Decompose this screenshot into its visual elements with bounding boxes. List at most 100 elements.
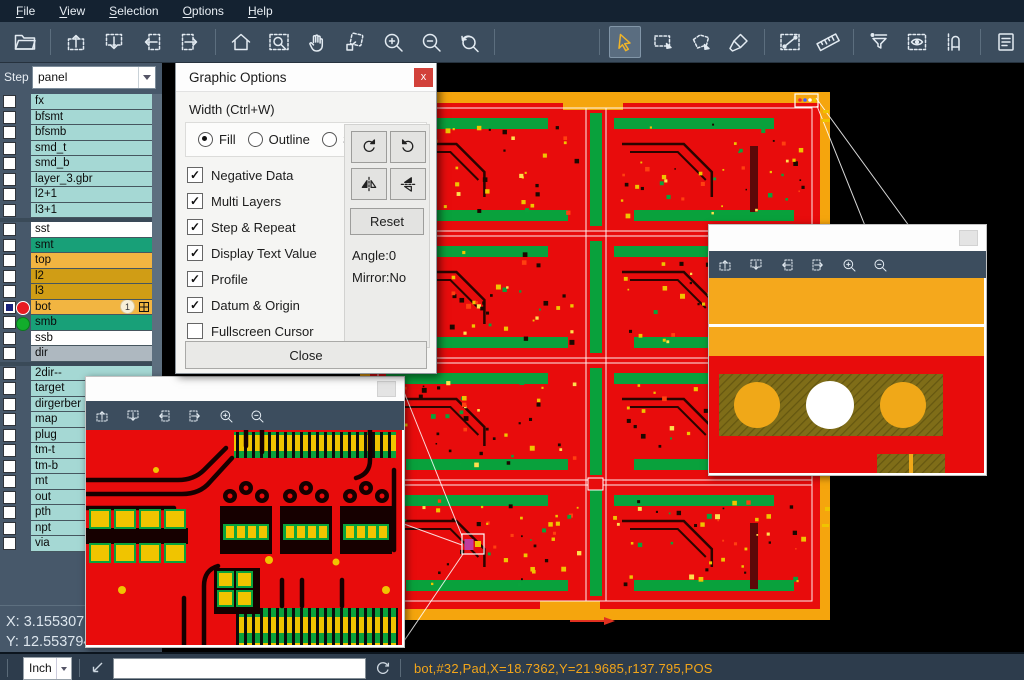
step-down-button[interactable]: [746, 255, 766, 275]
layer-label[interactable]: sst: [31, 222, 152, 238]
layer-row-sst[interactable]: sst: [0, 222, 152, 238]
pick-point-icon[interactable]: [89, 660, 105, 676]
select-arrow-button[interactable]: [609, 26, 641, 58]
zoom-out-button[interactable]: [247, 406, 267, 426]
layer-visibility-checkbox[interactable]: [3, 111, 16, 124]
layer-visibility-checkbox[interactable]: [3, 444, 16, 457]
chevron-down-icon[interactable]: [138, 67, 155, 88]
layer-row-bfsmb[interactable]: bfsmb: [0, 125, 152, 141]
layer-visibility-checkbox[interactable]: [3, 173, 16, 186]
mirror-h-button[interactable]: [351, 168, 387, 200]
layer-visibility-checkbox[interactable]: [3, 475, 16, 488]
layer-label[interactable]: dir: [31, 346, 152, 362]
view-options-button[interactable]: [901, 26, 933, 58]
drag-view-button[interactable]: [339, 26, 371, 58]
layer-visibility-checkbox[interactable]: [3, 429, 16, 442]
layer-label[interactable]: bfsmt: [31, 110, 152, 126]
magnifier-window-right[interactable]: [708, 224, 987, 476]
layer-visibility-checkbox[interactable]: [3, 285, 16, 298]
zoom-window-button[interactable]: [263, 26, 295, 58]
dialog-title-bar[interactable]: Graphic Options x: [176, 63, 436, 92]
magnifier-view[interactable]: [86, 430, 404, 645]
layer-visibility-checkbox[interactable]: [3, 95, 16, 108]
layer-row-fx[interactable]: fx: [0, 94, 152, 110]
step-left-button[interactable]: [136, 26, 168, 58]
step-left-button[interactable]: [154, 406, 174, 426]
magnifier-title-bar[interactable]: [86, 377, 404, 401]
open-folder-button[interactable]: [9, 26, 41, 58]
step-down-button[interactable]: [98, 26, 130, 58]
layer-row-l2[interactable]: l2: [0, 269, 152, 285]
layer-visibility-checkbox[interactable]: [3, 332, 16, 345]
close-button[interactable]: Close: [185, 341, 427, 369]
radio-outline[interactable]: Outline: [248, 132, 310, 147]
zoom-out-button[interactable]: [870, 255, 890, 275]
layer-label[interactable]: ssb: [31, 331, 152, 347]
checkbox-negative-data[interactable]: ✓Negative Data: [187, 162, 343, 188]
layer-label[interactable]: l3: [31, 284, 152, 300]
refresh-icon[interactable]: [375, 660, 391, 676]
command-input[interactable]: [113, 658, 366, 679]
layer-label[interactable]: l2+1: [31, 187, 152, 203]
layer-row-bot[interactable]: bot1: [0, 300, 152, 316]
layer-row-smd_b[interactable]: smd_b: [0, 156, 152, 172]
magnifier-window-bottom[interactable]: [85, 376, 405, 648]
home-button[interactable]: [225, 26, 257, 58]
layer-row-top[interactable]: top: [0, 253, 152, 269]
layer-visibility-checkbox[interactable]: [3, 460, 16, 473]
layer-row-smb[interactable]: smb: [0, 315, 152, 331]
report-button[interactable]: [990, 26, 1022, 58]
poly-select-button[interactable]: [685, 26, 717, 58]
menu-file[interactable]: File: [6, 2, 45, 20]
rotate-ccw-button[interactable]: [390, 131, 426, 163]
zoom-in-button[interactable]: [839, 255, 859, 275]
filter-button[interactable]: [863, 26, 895, 58]
rotate-cw-button[interactable]: [351, 131, 387, 163]
layer-label[interactable]: top: [31, 253, 152, 269]
layer-visibility-checkbox[interactable]: [3, 239, 16, 252]
layer-row-l3[interactable]: l3: [0, 284, 152, 300]
zoom-previous-button[interactable]: [453, 26, 485, 58]
layer-visibility-checkbox[interactable]: [3, 142, 16, 155]
brush-button[interactable]: [723, 26, 755, 58]
layer-visibility-checkbox[interactable]: [3, 347, 16, 360]
checkbox-profile[interactable]: ✓Profile: [187, 266, 343, 292]
layer-row-layer_3.gbr[interactable]: layer_3.gbr: [0, 172, 152, 188]
checkbox-datum-origin[interactable]: ✓Datum & Origin: [187, 292, 343, 318]
magnifier-view[interactable]: [709, 278, 986, 473]
radio-fill[interactable]: Fill: [198, 132, 236, 147]
layer-visibility-checkbox[interactable]: [3, 254, 16, 267]
magnifier-title-bar[interactable]: [709, 225, 986, 251]
zoom-in-button[interactable]: [216, 406, 236, 426]
layer-visibility-checkbox[interactable]: [3, 188, 16, 201]
close-icon[interactable]: x: [414, 68, 433, 87]
checkbox-display-text-value[interactable]: ✓Display Text Value: [187, 240, 343, 266]
layer-visibility-checkbox[interactable]: [3, 382, 16, 395]
menu-help[interactable]: Help: [238, 2, 283, 20]
step-left-button[interactable]: [777, 255, 797, 275]
zoom-out-button[interactable]: [415, 26, 447, 58]
layer-visibility-checkbox[interactable]: [3, 367, 16, 380]
rect-select-button[interactable]: [647, 26, 679, 58]
layer-row-ssb[interactable]: ssb: [0, 331, 152, 347]
checkbox-multi-layers[interactable]: ✓Multi Layers: [187, 188, 343, 214]
menu-view[interactable]: View: [49, 2, 95, 20]
layer-visibility-checkbox[interactable]: [3, 157, 16, 170]
step-up-button[interactable]: [715, 255, 735, 275]
layer-visibility-checkbox[interactable]: [3, 301, 16, 314]
layer-row-dir[interactable]: dir: [0, 346, 152, 362]
unit-dropdown[interactable]: Inch: [23, 657, 72, 680]
mirror-v-button[interactable]: [390, 168, 426, 200]
layer-visibility-checkbox[interactable]: [3, 126, 16, 139]
layer-label[interactable]: l3+1: [31, 203, 152, 219]
layer-label[interactable]: smd_b: [31, 156, 152, 172]
menu-selection[interactable]: Selection: [99, 2, 168, 20]
layer-visibility-checkbox[interactable]: [3, 398, 16, 411]
layer-label[interactable]: bfsmb: [31, 125, 152, 141]
layer-row-smt[interactable]: smt: [0, 238, 152, 254]
layer-label[interactable]: layer_3.gbr: [31, 172, 152, 188]
layer-row-l2+1[interactable]: l2+1: [0, 187, 152, 203]
layer-visibility-checkbox[interactable]: [3, 316, 16, 329]
layer-label[interactable]: bot1: [31, 300, 152, 316]
step-right-button[interactable]: [185, 406, 205, 426]
